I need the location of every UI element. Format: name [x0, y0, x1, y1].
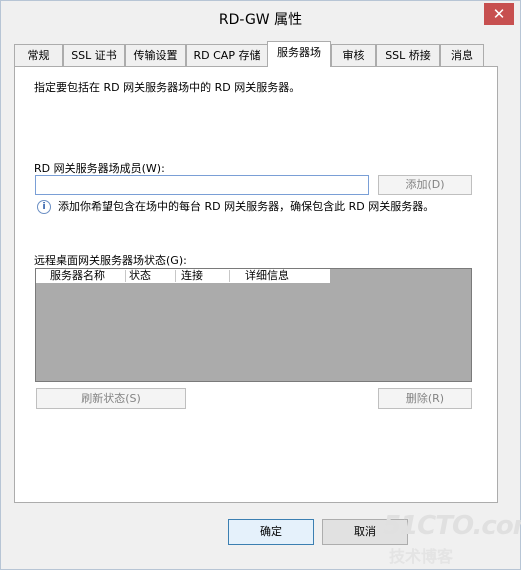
add-button[interactable]: 添加(D) [378, 175, 472, 195]
tab-transport-settings[interactable]: 传输设置 [125, 44, 186, 66]
tab-messages[interactable]: 消息 [440, 44, 484, 66]
column-status[interactable]: 状态 [129, 269, 151, 283]
tab-rd-cap-store[interactable]: RD CAP 存储 [186, 44, 268, 66]
ok-button[interactable]: 确定 [228, 519, 314, 545]
tab-server-farm[interactable]: 服务器场 [267, 41, 331, 67]
farm-intro-text: 指定要包括在 RD 网关服务器场中的 RD 网关服务器。 [34, 81, 301, 94]
watermark-logo: 51CTO.com [383, 511, 521, 541]
info-icon: i [37, 200, 51, 214]
tab-ssl-bridging[interactable]: SSL 桥接 [376, 44, 440, 66]
close-button[interactable]: ✕ [484, 3, 514, 25]
tab-general[interactable]: 常规 [14, 44, 63, 66]
column-divider [175, 270, 176, 282]
watermark-subtitle: 技术博客 [389, 547, 454, 566]
column-details[interactable]: 详细信息 [245, 269, 289, 283]
close-icon: ✕ [492, 5, 506, 23]
column-divider [125, 270, 126, 282]
list-header: 服务器名称 状态 连接 详细信息 [36, 269, 330, 283]
server-farm-panel: 指定要包括在 RD 网关服务器场中的 RD 网关服务器。 RD 网关服务器场成员… [14, 66, 498, 503]
remove-button[interactable]: 删除(R) [378, 388, 472, 409]
title-bar: RD-GW 属性 ✕ [1, 1, 520, 37]
properties-dialog: RD-GW 属性 ✕ 常规 SSL 证书 传输设置 RD CAP 存储 服务器场… [0, 0, 521, 570]
column-server-name[interactable]: 服务器名称 [50, 269, 105, 283]
refresh-status-button[interactable]: 刷新状态(S) [36, 388, 186, 409]
column-connections[interactable]: 连接 [181, 269, 203, 283]
farm-status-label: 远程桌面网关服务器场状态(G): [34, 254, 187, 267]
window-title: RD-GW 属性 [218, 12, 303, 28]
tab-auditing[interactable]: 审核 [331, 44, 376, 66]
farm-member-input[interactable] [35, 175, 369, 195]
column-divider [229, 270, 230, 282]
tab-ssl-certificate[interactable]: SSL 证书 [63, 44, 125, 66]
farm-status-list[interactable]: 服务器名称 状态 连接 详细信息 [35, 268, 472, 382]
farm-hint-text: 添加你希望包含在场中的每台 RD 网关服务器，确保包含此 RD 网关服务器。 [58, 200, 435, 213]
farm-member-label: RD 网关服务器场成员(W): [34, 162, 165, 175]
